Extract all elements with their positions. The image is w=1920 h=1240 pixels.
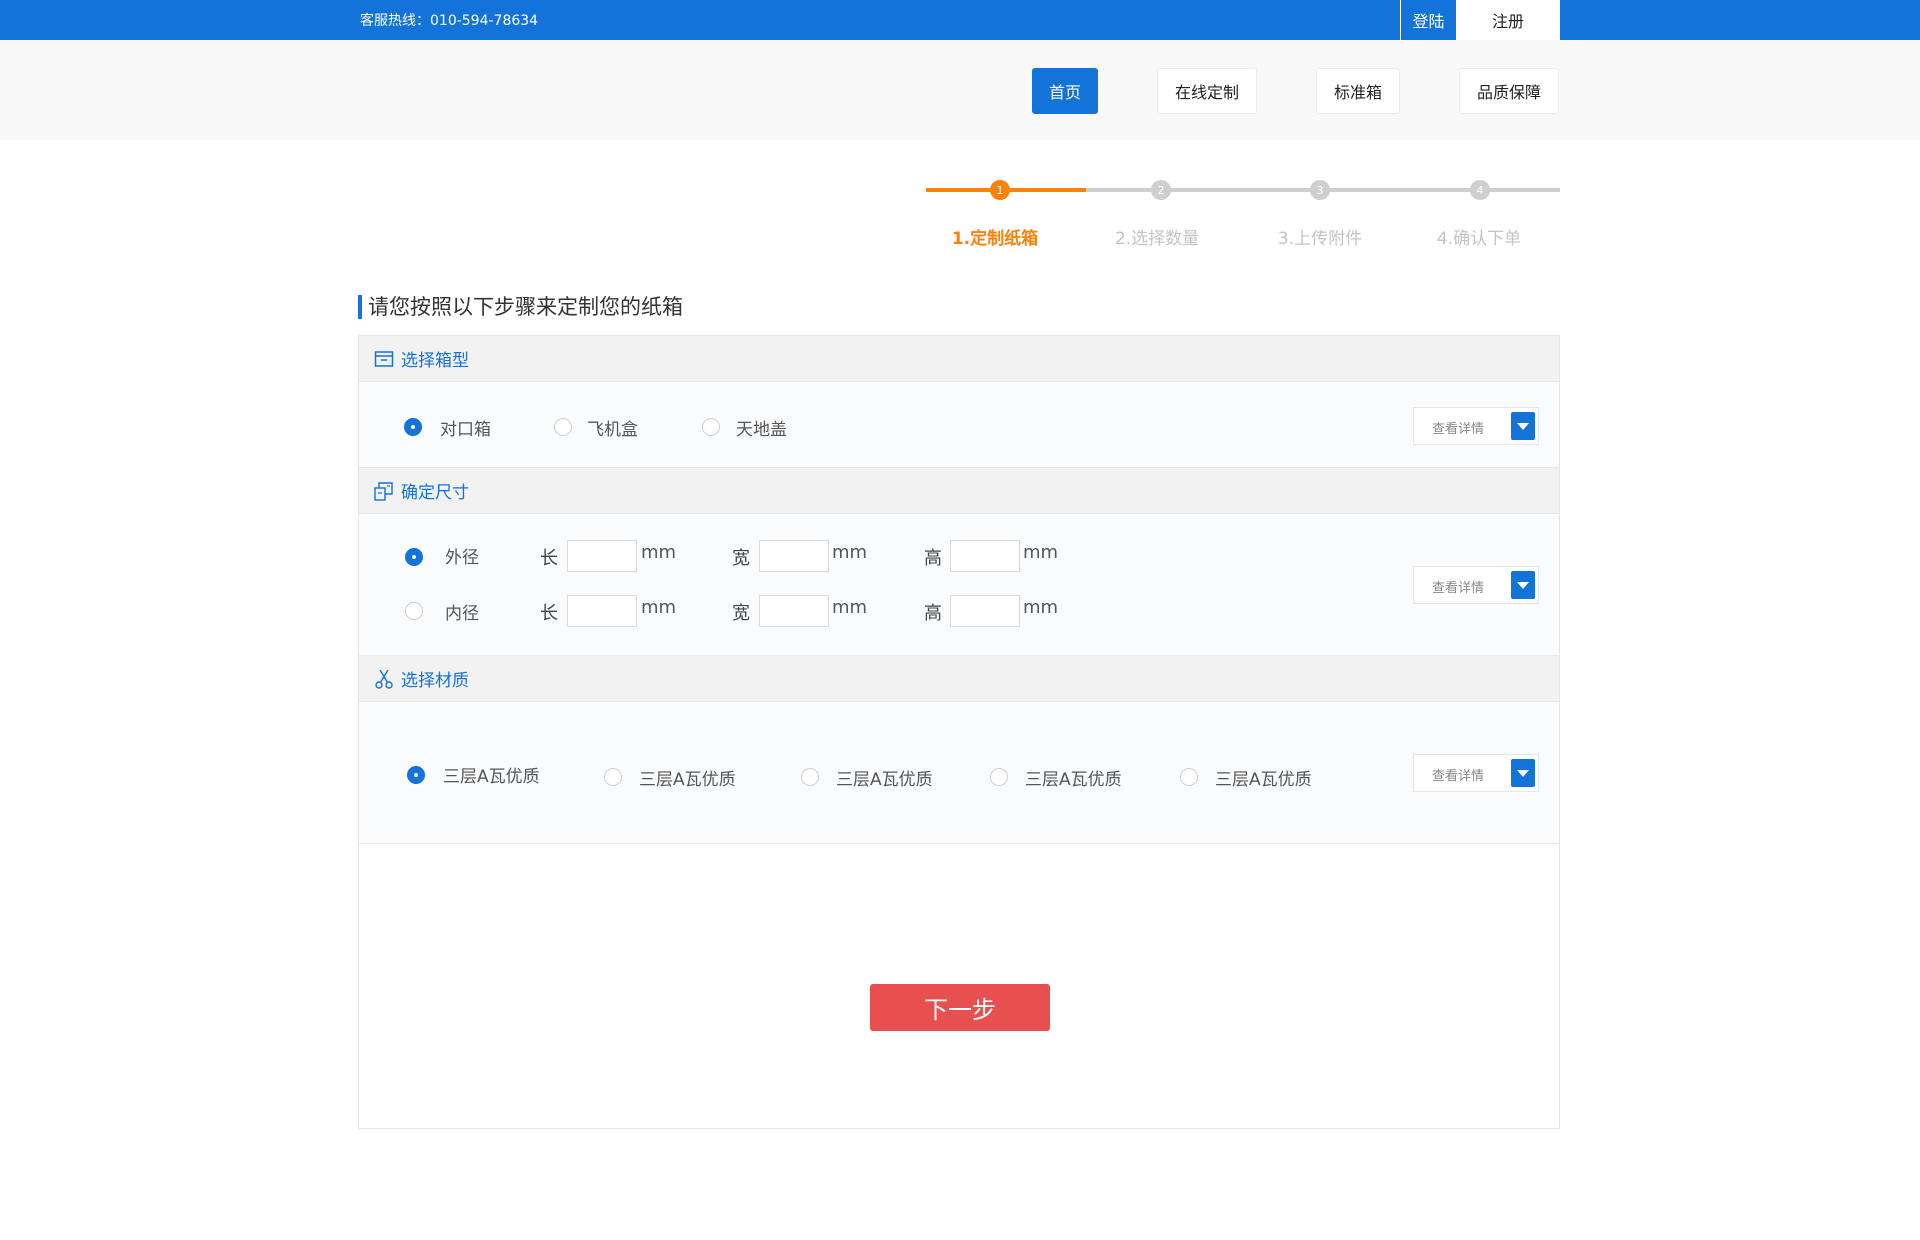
box-type-detail-dropdown[interactable]: 查看详情	[1413, 407, 1539, 445]
nav-quality[interactable]: 品质保障	[1459, 68, 1559, 114]
material-option-2[interactable]: 三层A瓦优质	[639, 765, 736, 790]
nav-home[interactable]: 首页	[1032, 68, 1098, 114]
box-type-radio-3[interactable]	[702, 418, 720, 436]
box-type-body: 对口箱 飞机盒 天地盖 查看详情	[359, 382, 1559, 468]
step-dot-3: 3	[1310, 180, 1330, 200]
step-dot-2: 2	[1151, 180, 1171, 200]
outer-width-unit: mm	[832, 542, 868, 563]
outer-height-input[interactable]	[950, 540, 1020, 572]
box-type-option-3[interactable]: 天地盖	[736, 415, 787, 440]
next-step-button[interactable]: 下一步	[870, 984, 1050, 1031]
inner-height-unit: mm	[1023, 597, 1059, 618]
inner-width-input[interactable]	[759, 595, 829, 627]
material-radio-1[interactable]	[407, 766, 425, 784]
material-radio-2[interactable]	[604, 768, 622, 786]
size-detail-dropdown[interactable]: 查看详情	[1413, 566, 1539, 604]
page-title: 请您按照以下步骤来定制您的纸箱	[358, 295, 683, 319]
material-option-3[interactable]: 三层A瓦优质	[836, 765, 933, 790]
box-type-option-2[interactable]: 飞机盒	[587, 415, 638, 440]
outer-length-unit: mm	[641, 542, 677, 563]
material-body: 三层A瓦优质 三层A瓦优质 三层A瓦优质 三层A瓦优质 三层A瓦优质 查看详情	[359, 702, 1559, 844]
material-detail-dropdown[interactable]: 查看详情	[1413, 754, 1539, 792]
login-link[interactable]: 登陆	[1400, 0, 1456, 40]
detail-label: 查看详情	[1432, 581, 1485, 596]
nav-standard-box[interactable]: 标准箱	[1316, 68, 1400, 114]
step-dot-1: 1	[990, 180, 1010, 200]
outer-size-label[interactable]: 外径	[445, 543, 479, 568]
box-type-radio-2[interactable]	[554, 418, 572, 436]
inner-height-label: 高	[924, 603, 942, 624]
material-option-5[interactable]: 三层A瓦优质	[1215, 765, 1312, 790]
inner-size-label[interactable]: 内径	[445, 599, 479, 624]
register-link[interactable]: 注册	[1456, 0, 1560, 40]
material-header: 选择材质	[359, 656, 1559, 702]
chevron-down-icon[interactable]	[1511, 571, 1535, 599]
size-header: 确定尺寸	[359, 468, 1559, 514]
size-body: 外径 长 mm 宽 mm 高 mm 内径 长 mm 宽 mm 高 mm 查看详情	[359, 514, 1559, 656]
step-dot-4: 4	[1470, 180, 1490, 200]
outer-size-radio[interactable]	[405, 548, 423, 566]
main-nav: 首页 在线定制 标准箱 品质保障	[0, 40, 1920, 140]
inner-height-input[interactable]	[950, 595, 1020, 627]
material-radio-3[interactable]	[801, 768, 819, 786]
inner-width-label: 宽	[732, 603, 750, 624]
outer-height-label: 高	[924, 548, 942, 569]
inner-size-radio[interactable]	[405, 602, 423, 620]
material-option-1[interactable]: 三层A瓦优质	[443, 762, 540, 787]
inner-length-input[interactable]	[567, 595, 637, 627]
chevron-down-icon[interactable]	[1511, 412, 1535, 440]
scissors-icon	[373, 668, 395, 690]
step-label-1: 1.定制纸箱	[951, 229, 1039, 249]
chevron-down-icon[interactable]	[1511, 759, 1535, 787]
inner-width-unit: mm	[832, 597, 868, 618]
material-title: 选择材质	[401, 671, 469, 691]
material-radio-4[interactable]	[990, 768, 1008, 786]
step-label-3: 3.上传附件	[1277, 229, 1363, 249]
box-type-option-1[interactable]: 对口箱	[440, 415, 491, 440]
outer-height-unit: mm	[1023, 542, 1059, 563]
size-title: 确定尺寸	[401, 483, 469, 503]
inner-length-unit: mm	[641, 597, 677, 618]
ruler-icon	[373, 480, 395, 502]
step-label-2: 2.选择数量	[1114, 229, 1200, 249]
box-type-header: 选择箱型	[359, 336, 1559, 382]
hotline-text: 客服热线：010-594-78634	[360, 13, 539, 29]
box-type-title: 选择箱型	[401, 351, 469, 371]
detail-label: 查看详情	[1432, 769, 1485, 784]
top-bar: 客服热线：010-594-78634 登陆 注册	[0, 0, 1920, 40]
box-type-radio-1[interactable]	[404, 418, 422, 436]
outer-length-label: 长	[540, 548, 558, 569]
outer-width-input[interactable]	[759, 540, 829, 572]
box-icon	[373, 348, 395, 370]
step-label-4: 4.确认下单	[1436, 229, 1522, 249]
detail-label: 查看详情	[1432, 422, 1485, 437]
outer-width-label: 宽	[732, 548, 750, 569]
outer-length-input[interactable]	[567, 540, 637, 572]
material-radio-5[interactable]	[1180, 768, 1198, 786]
nav-online-custom[interactable]: 在线定制	[1157, 68, 1257, 114]
inner-length-label: 长	[540, 603, 558, 624]
material-option-4[interactable]: 三层A瓦优质	[1025, 765, 1122, 790]
